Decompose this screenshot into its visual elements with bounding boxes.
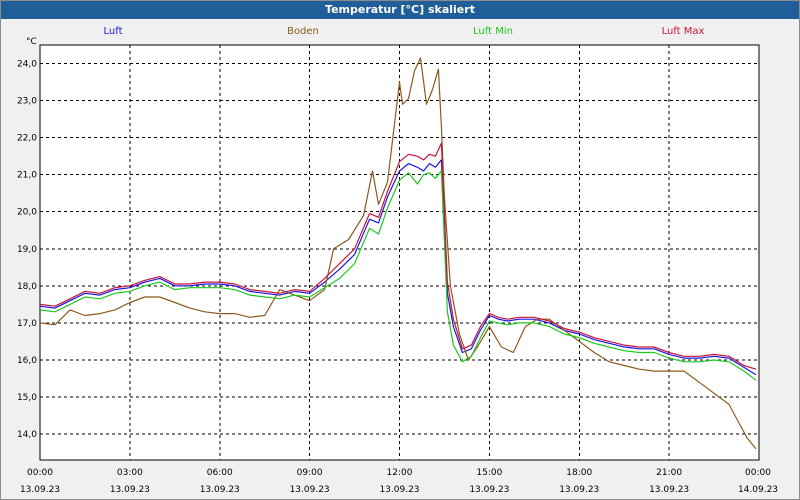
y-tick-label: 19,0 [17,245,37,255]
y-axis-unit-label: °C [26,37,37,47]
y-tick-label: 20,0 [17,208,37,218]
x-tick-time-label: 09:00 [297,468,323,478]
legend-entry: Luft Max [662,26,705,37]
chart: Luft Boden Luft Min Luft Max 24,0 23,0 22,0 21… [17,26,778,495]
legend: Luft Boden Luft Min Luft Max [104,26,705,37]
x-tick-date-label: 13.09.23 [200,485,240,495]
x-tick-date-label: 13.09.23 [379,485,419,495]
legend-entry: Luft [104,26,123,37]
y-tick-label: 18,0 [17,282,37,292]
x-tick-time-label: 00:00 [27,468,53,478]
x-tick-date-label: 13.09.23 [469,485,509,495]
y-tick-label: 17,0 [17,319,37,329]
x-tick-time-label: 21:00 [656,468,682,478]
y-tick-label: 16,0 [17,356,37,366]
x-tick-time-label: 12:00 [387,468,413,478]
x-tick-time-label: 00:00 [745,468,771,478]
y-tick-label: 22,0 [17,134,37,144]
legend-entry: Luft Min [473,26,513,37]
y-tick-label: 21,0 [17,171,37,181]
legend-entry: Boden [287,26,319,37]
x-tick-time-label: 03:00 [117,468,143,478]
x-tick-date-label: 13.09.23 [20,485,60,495]
y-tick-label: 23,0 [17,97,37,107]
y-tick-label: 14,0 [17,430,37,440]
y-tick-label: 24,0 [17,60,37,70]
x-tick-date-label: 13.09.23 [290,485,330,495]
y-tick-label: 15,0 [17,393,37,403]
x-tick-time-label: 18:00 [566,468,592,478]
x-tick-date-label: 13.09.23 [559,485,599,495]
x-tick-date-label: 13.09.23 [110,485,150,495]
x-tick-time-label: 06:00 [207,468,233,478]
x-tick-time-label: 15:00 [476,468,502,478]
x-tick-date-label: 13.09.23 [649,485,689,495]
x-tick-date-label: 14.09.23 [738,485,778,495]
